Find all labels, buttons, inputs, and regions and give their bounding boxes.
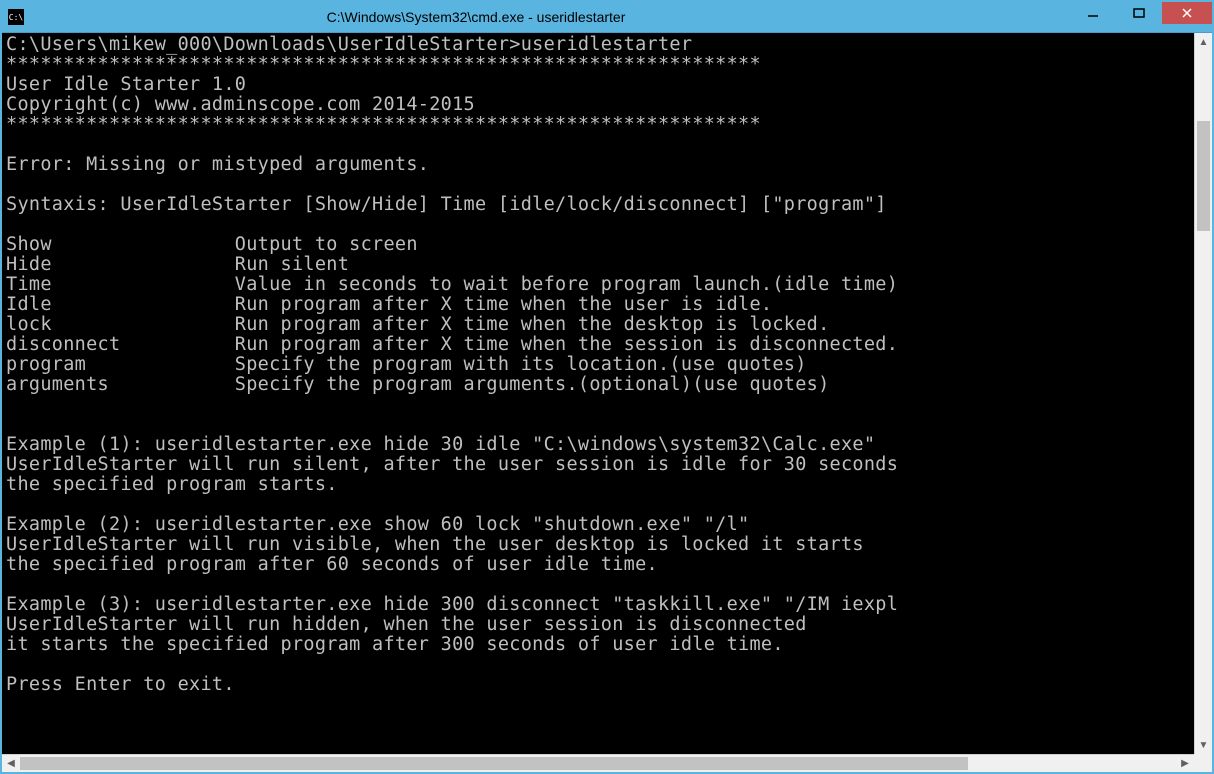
vertical-scrollbar[interactable]: ▲ ▼	[1194, 33, 1212, 754]
cmd-icon: C:\	[8, 9, 24, 25]
minimize-button[interactable]	[1070, 2, 1116, 24]
scroll-right-icon[interactable]: ▶	[1176, 755, 1194, 772]
client-area: C:\Users\mikew_000\Downloads\UserIdleSta…	[2, 32, 1212, 772]
window-title: C:\Windows\System32\cmd.exe - useridlest…	[32, 9, 1070, 25]
vscroll-thumb[interactable]	[1197, 121, 1210, 231]
vscroll-track[interactable]	[1195, 51, 1212, 736]
cmd-window: C:\ C:\Windows\System32\cmd.exe - userid…	[0, 0, 1214, 774]
titlebar[interactable]: C:\ C:\Windows\System32\cmd.exe - userid…	[2, 2, 1212, 32]
close-icon	[1181, 7, 1193, 19]
horizontal-scrollbar[interactable]: ◀ ▶	[2, 754, 1194, 772]
scroll-corner	[1194, 754, 1212, 772]
hscroll-thumb[interactable]	[20, 757, 968, 770]
scroll-down-icon[interactable]: ▼	[1195, 736, 1212, 754]
hscroll-track[interactable]	[20, 755, 1176, 772]
window-controls	[1070, 2, 1212, 32]
maximize-icon	[1133, 7, 1145, 19]
scroll-up-icon[interactable]: ▲	[1195, 33, 1212, 51]
minimize-icon	[1087, 7, 1099, 19]
scroll-left-icon[interactable]: ◀	[2, 755, 20, 772]
close-button[interactable]	[1162, 2, 1212, 24]
maximize-button[interactable]	[1116, 2, 1162, 24]
console-output[interactable]: C:\Users\mikew_000\Downloads\UserIdleSta…	[2, 33, 1194, 772]
